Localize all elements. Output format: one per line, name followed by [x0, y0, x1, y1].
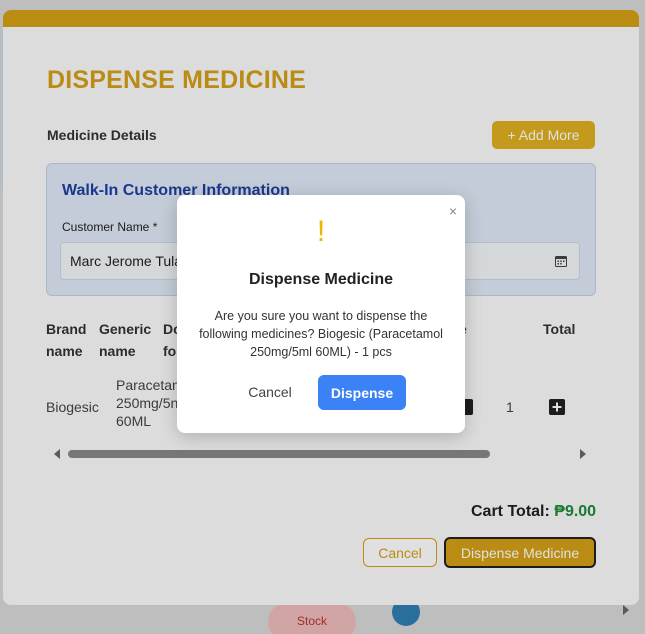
warning-icon: !	[316, 215, 326, 248]
dialog-cancel-button[interactable]: Cancel	[237, 376, 303, 408]
dialog-message: Are you sure you want to dispense the fo…	[199, 309, 443, 359]
dialog-title: Dispense Medicine	[248, 271, 394, 288]
dialog-dispense-button[interactable]: Dispense	[318, 375, 406, 410]
confirm-dispense-dialog: × ! Dispense Medicine Are you sure you w…	[177, 195, 465, 433]
